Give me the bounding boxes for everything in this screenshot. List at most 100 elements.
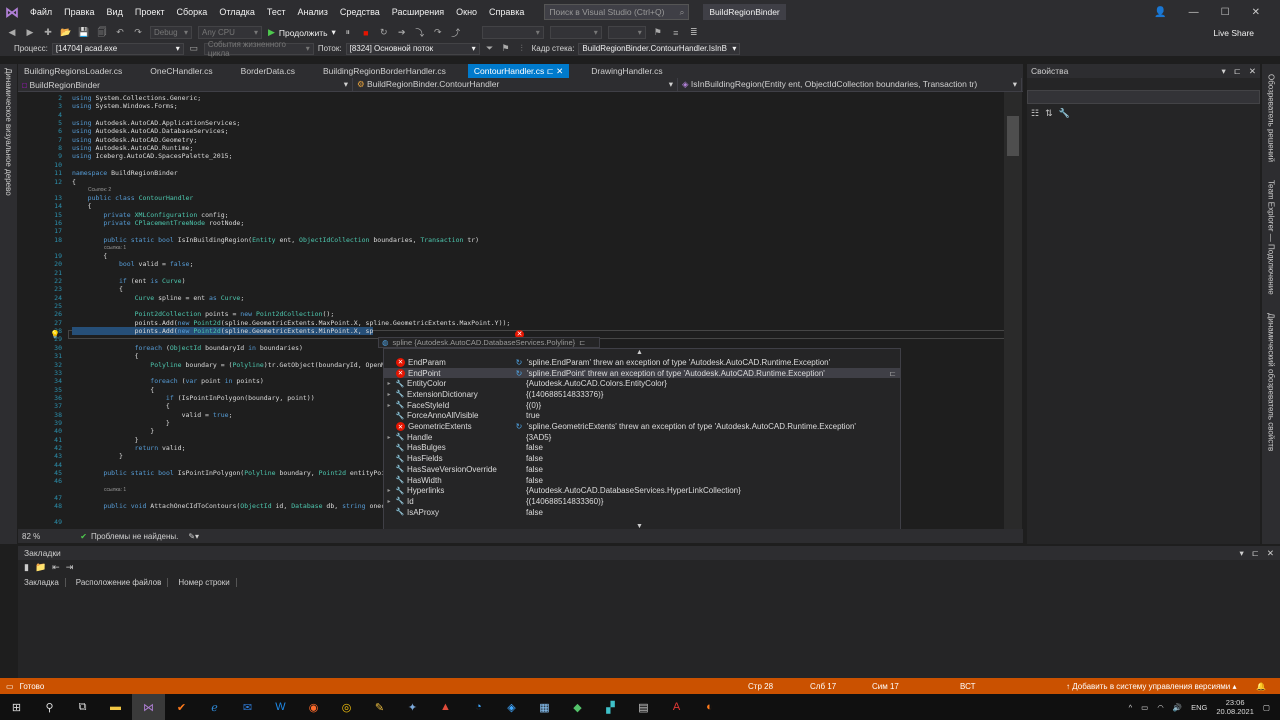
status-char[interactable]: Сим 17 — [872, 682, 899, 691]
datatip-row[interactable]: 🔧 HasSaveVersionOverride false — [384, 464, 900, 475]
menu-item[interactable]: Отладка — [213, 0, 261, 24]
code-line[interactable]: { — [72, 285, 123, 293]
filter-icon[interactable]: ⏷ — [484, 43, 496, 54]
code-line[interactable]: bool valid = false; — [72, 260, 193, 268]
expand-arrow-icon[interactable]: ▸ — [384, 402, 394, 409]
datatip-row[interactable]: ✕ EndParam ↻'spline.EndParam' threw an exc… — [384, 357, 900, 368]
show-next-statement-icon[interactable]: ➔ — [396, 27, 408, 38]
code-line[interactable]: using Autodesk.AutoCAD.Runtime; — [72, 144, 193, 152]
editor-vertical-scrollbar[interactable] — [1004, 92, 1022, 529]
code-line[interactable]: points.Add(new Point2d(spline.GeometricE… — [72, 319, 511, 327]
task-view-icon[interactable]: ⧉ — [66, 694, 99, 720]
platform-dropdown[interactable]: Any CPU ▾ — [198, 26, 262, 39]
scroll-up-arrow[interactable]: ▲ — [636, 349, 643, 356]
teal-app-icon[interactable]: ◈ — [495, 694, 528, 720]
code-line[interactable]: return valid; — [72, 444, 186, 452]
code-line[interactable]: using Autodesk.AutoCAD.ApplicationServic… — [72, 119, 240, 127]
restart-icon[interactable]: ↻ — [378, 27, 390, 38]
back-icon[interactable]: ◀ — [6, 27, 18, 38]
code-line[interactable]: foreach (var point in points) — [72, 377, 264, 385]
code-line[interactable]: } — [72, 427, 154, 435]
codelens-references[interactable]: ссылка: 1 — [104, 487, 126, 493]
property-pages-icon[interactable]: 🔧 — [1059, 108, 1070, 119]
toolbar-dropdown-3[interactable]: ▾ — [607, 26, 646, 39]
visual-studio-icon[interactable]: ⋈ — [132, 694, 165, 720]
datatip-row[interactable]: 🔧 HasBulges false — [384, 443, 900, 454]
code-line[interactable]: using Iceberg.AutoCAD.SpacesPalette_2015… — [72, 152, 232, 160]
code-line[interactable]: } — [72, 452, 123, 460]
orange-app-icon[interactable]: ◐ — [693, 694, 726, 720]
menu-item[interactable]: Вид — [101, 0, 129, 24]
document-tab[interactable]: DrawingHandler.cs — [585, 64, 668, 78]
code-line[interactable]: Curve spline = ent as Curve; — [72, 294, 245, 302]
datatip-row[interactable]: ▸ 🔧 FaceStyleId {(0)} — [384, 400, 900, 411]
step-into-icon[interactable]: ⤵ — [414, 26, 426, 39]
column-header[interactable]: Закладка — [24, 578, 66, 587]
battery-icon[interactable]: ▭ — [1141, 703, 1148, 712]
expand-arrow-icon[interactable]: ▸ — [384, 487, 394, 494]
grid-app-icon[interactable]: ▦ — [528, 694, 561, 720]
edge-icon[interactable]: ℯ — [198, 694, 231, 720]
code-line[interactable]: using System.Windows.Forms; — [72, 102, 178, 110]
datatip-row[interactable]: ▸ 🔧 EntityColor {Autodesk.AutoCAD.Colors.En… — [384, 378, 900, 389]
column-header[interactable]: Расположение файлов — [76, 578, 169, 587]
zoom-level[interactable]: 82 % — [22, 532, 40, 541]
datatip-header[interactable]: ◍ spline {Autodesk.AutoCAD.DatabaseServi… — [378, 337, 600, 348]
datatip-row[interactable]: ▸ 🔧 Hyperlinks {Autodesk.AutoCAD.DatabaseSe… — [384, 485, 900, 496]
document-tab[interactable]: ContourHandler.cs ⊏ ✕ — [467, 64, 570, 78]
pin-icon[interactable]: ⊏ — [889, 369, 896, 378]
split-stack-icon[interactable]: ⫶ — [516, 43, 528, 54]
dropdown-icon[interactable]: ▾ — [1239, 548, 1243, 559]
side-panel-tab[interactable]: Динамический обозреватель свойств — [1267, 313, 1276, 451]
save-icon[interactable]: 💾 — [78, 27, 90, 38]
firefox-icon[interactable]: ◉ — [297, 694, 330, 720]
datatip-row[interactable]: 🔧 ForceAnnoAllVisible true — [384, 411, 900, 422]
code-line[interactable]: { — [72, 402, 170, 410]
code-line[interactable]: Point2dCollection points = new Point2dCo… — [72, 310, 335, 318]
process-dropdown[interactable]: [14704] acad.exe ▾ — [51, 42, 184, 55]
document-tab[interactable]: BorderData.cs — [235, 64, 301, 78]
undo-icon[interactable]: ↶ — [114, 27, 126, 38]
datatip-row[interactable]: ✕ EndPoint ↻'spline.EndPoint' threw an exc… — [384, 367, 900, 379]
status-mode[interactable]: ВСТ — [960, 682, 975, 691]
refresh-icon[interactable]: ↻ — [511, 369, 527, 378]
open-file-icon[interactable]: 📂 — [60, 27, 72, 38]
refresh-icon[interactable]: ↻ — [511, 422, 527, 431]
code-line[interactable]: valid = true; — [72, 411, 233, 419]
word-icon[interactable]: W — [264, 694, 297, 720]
lightbulb-icon[interactable]: 💡 — [50, 330, 60, 339]
code-line[interactable]: { — [72, 252, 107, 260]
datatip-row[interactable]: ✕ GeometricExtents ↻'spline.GeometricExten… — [384, 421, 900, 432]
code-line[interactable]: public class ContourHandler — [72, 194, 194, 202]
comment-icon[interactable]: ≡ — [670, 28, 682, 38]
code-line[interactable]: points.Add(new Point2d(spline.GeometricE… — [72, 327, 374, 336]
tab-close-icon[interactable]: ⊏ ✕ — [544, 66, 564, 76]
class-dropdown[interactable]: ⚙ BuildRegionBinder.ContourHandler ▾ — [353, 78, 678, 91]
pin-panel-icon[interactable]: ⊏ — [1252, 548, 1259, 559]
redo-icon[interactable]: ↷ — [132, 27, 144, 38]
codelens-references[interactable]: ссылка: 1 — [104, 245, 126, 251]
close-button[interactable]: ✕ — [1252, 7, 1260, 18]
green-app-icon[interactable]: ◆ — [561, 694, 594, 720]
pin-icon[interactable]: ⊏ — [579, 338, 585, 347]
code-line[interactable]: namespace BuildRegionBinder — [72, 169, 178, 177]
previous-bookmark-icon[interactable]: ⇤ — [52, 562, 60, 573]
account-icon[interactable]: 👤 — [1154, 7, 1166, 18]
autocad-icon[interactable]: A — [660, 694, 693, 720]
alphabetical-icon[interactable]: ⇅ — [1045, 108, 1053, 119]
menu-item[interactable]: Расширения — [386, 0, 450, 24]
menu-item[interactable]: Окно — [450, 0, 483, 24]
code-line[interactable]: public void AttachOneCIdToContours(Objec… — [72, 502, 389, 510]
pin-panel-icon[interactable]: ⊏ — [1234, 66, 1241, 77]
code-line[interactable]: } — [72, 419, 170, 427]
menu-item[interactable]: Средства — [334, 0, 386, 24]
dropdown-icon[interactable]: ▾ — [1221, 66, 1225, 77]
stack-frame-dropdown[interactable]: BuildRegionBinder.ContourHandler.IsInB ▾ — [578, 42, 741, 55]
cyan-app-icon[interactable]: ▞ — [594, 694, 627, 720]
minimize-button[interactable]: — — [1189, 7, 1199, 18]
toolbar-dropdown-2[interactable]: ▾ — [549, 26, 602, 39]
pause-icon[interactable]: ⏸ — [342, 27, 354, 38]
lifecycle-dropdown[interactable]: События жизненного цикла ▾ — [203, 40, 314, 58]
tasks-app-icon[interactable]: ✔ — [165, 694, 198, 720]
status-column[interactable]: Слб 17 — [810, 682, 836, 691]
